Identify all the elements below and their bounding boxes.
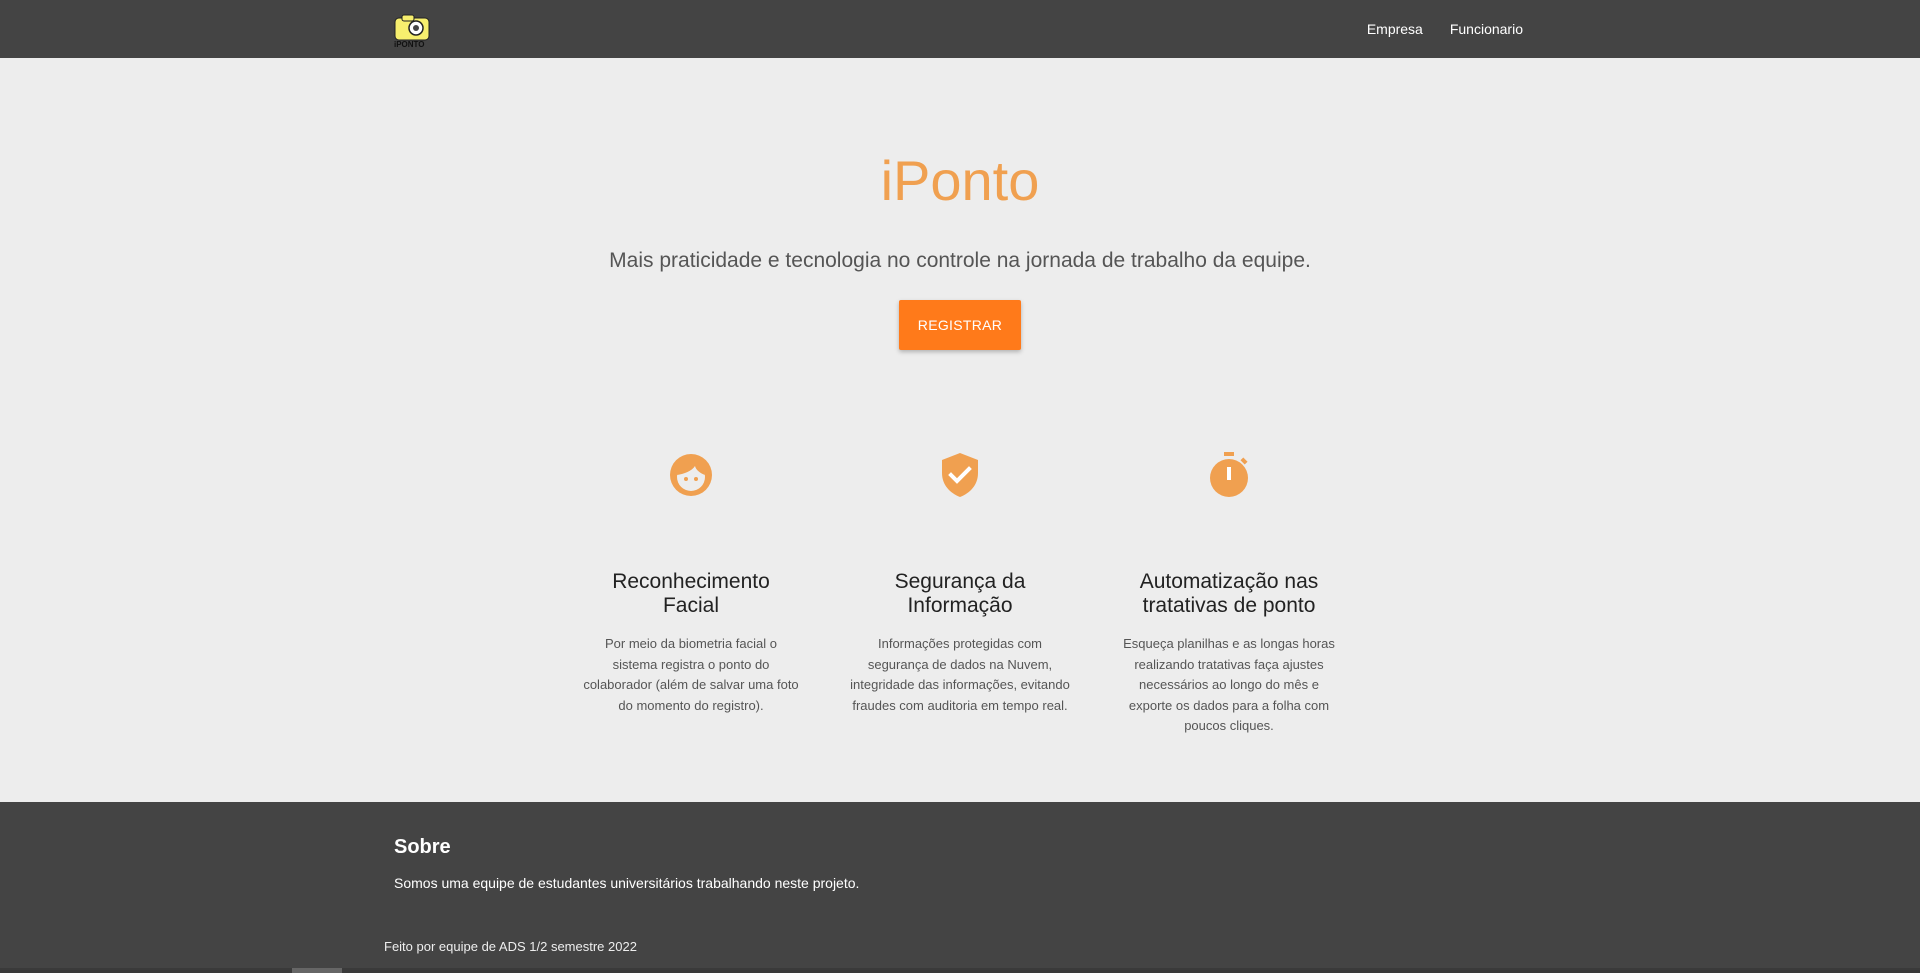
register-button[interactable]: REGISTRAR — [899, 300, 1021, 350]
feature-text: Esqueça planilhas e as longas horas real… — [1123, 636, 1335, 733]
shield-check-icon — [942, 453, 978, 497]
footer-title: Sobre — [394, 836, 451, 858]
hero-subtitle: Mais praticidade e tecnologia no control… — [609, 249, 1311, 272]
svg-text:iPONTO: iPONTO — [394, 40, 425, 49]
feature-title: Automatização nas tratativas de ponto — [1139, 570, 1319, 617]
horizontal-scrollbar[interactable] — [0, 968, 1920, 973]
nav-link-funcionario[interactable]: Funcionario — [1450, 21, 1523, 37]
scrollbar-thumb[interactable] — [292, 968, 342, 973]
footer-text: Somos uma equipe de estudantes universit… — [394, 875, 860, 891]
feature-information-security: Segurança da Informação Informações prot… — [850, 450, 1070, 716]
feature-automation: Automatização nas tratativas de ponto Es… — [1119, 450, 1339, 737]
navbar: iPONTO Empresa Funcionario — [0, 0, 1920, 58]
feature-text: Informações protegidas com segurança de … — [850, 636, 1070, 713]
feature-facial-recognition: Reconhecimento Facial Por meio da biomet… — [581, 450, 801, 716]
footer: Sobre Somos uma equipe de estudantes uni… — [0, 802, 1920, 973]
hero-title: iPonto — [880, 149, 1040, 212]
iponto-logo[interactable]: iPONTO — [392, 13, 436, 49]
feature-title: Reconhecimento Facial — [612, 570, 770, 617]
nav-links: Empresa Funcionario — [1367, 0, 1523, 58]
feature-title: Segurança da Informação — [894, 570, 1026, 617]
nav-link-empresa[interactable]: Empresa — [1367, 21, 1423, 37]
feature-text: Por meio da biometria facial o sistema r… — [583, 636, 799, 713]
face-icon — [670, 454, 712, 496]
stopwatch-icon — [1210, 452, 1248, 497]
footer-credit: Feito por equipe de ADS 1/2 semestre 202… — [384, 939, 637, 954]
